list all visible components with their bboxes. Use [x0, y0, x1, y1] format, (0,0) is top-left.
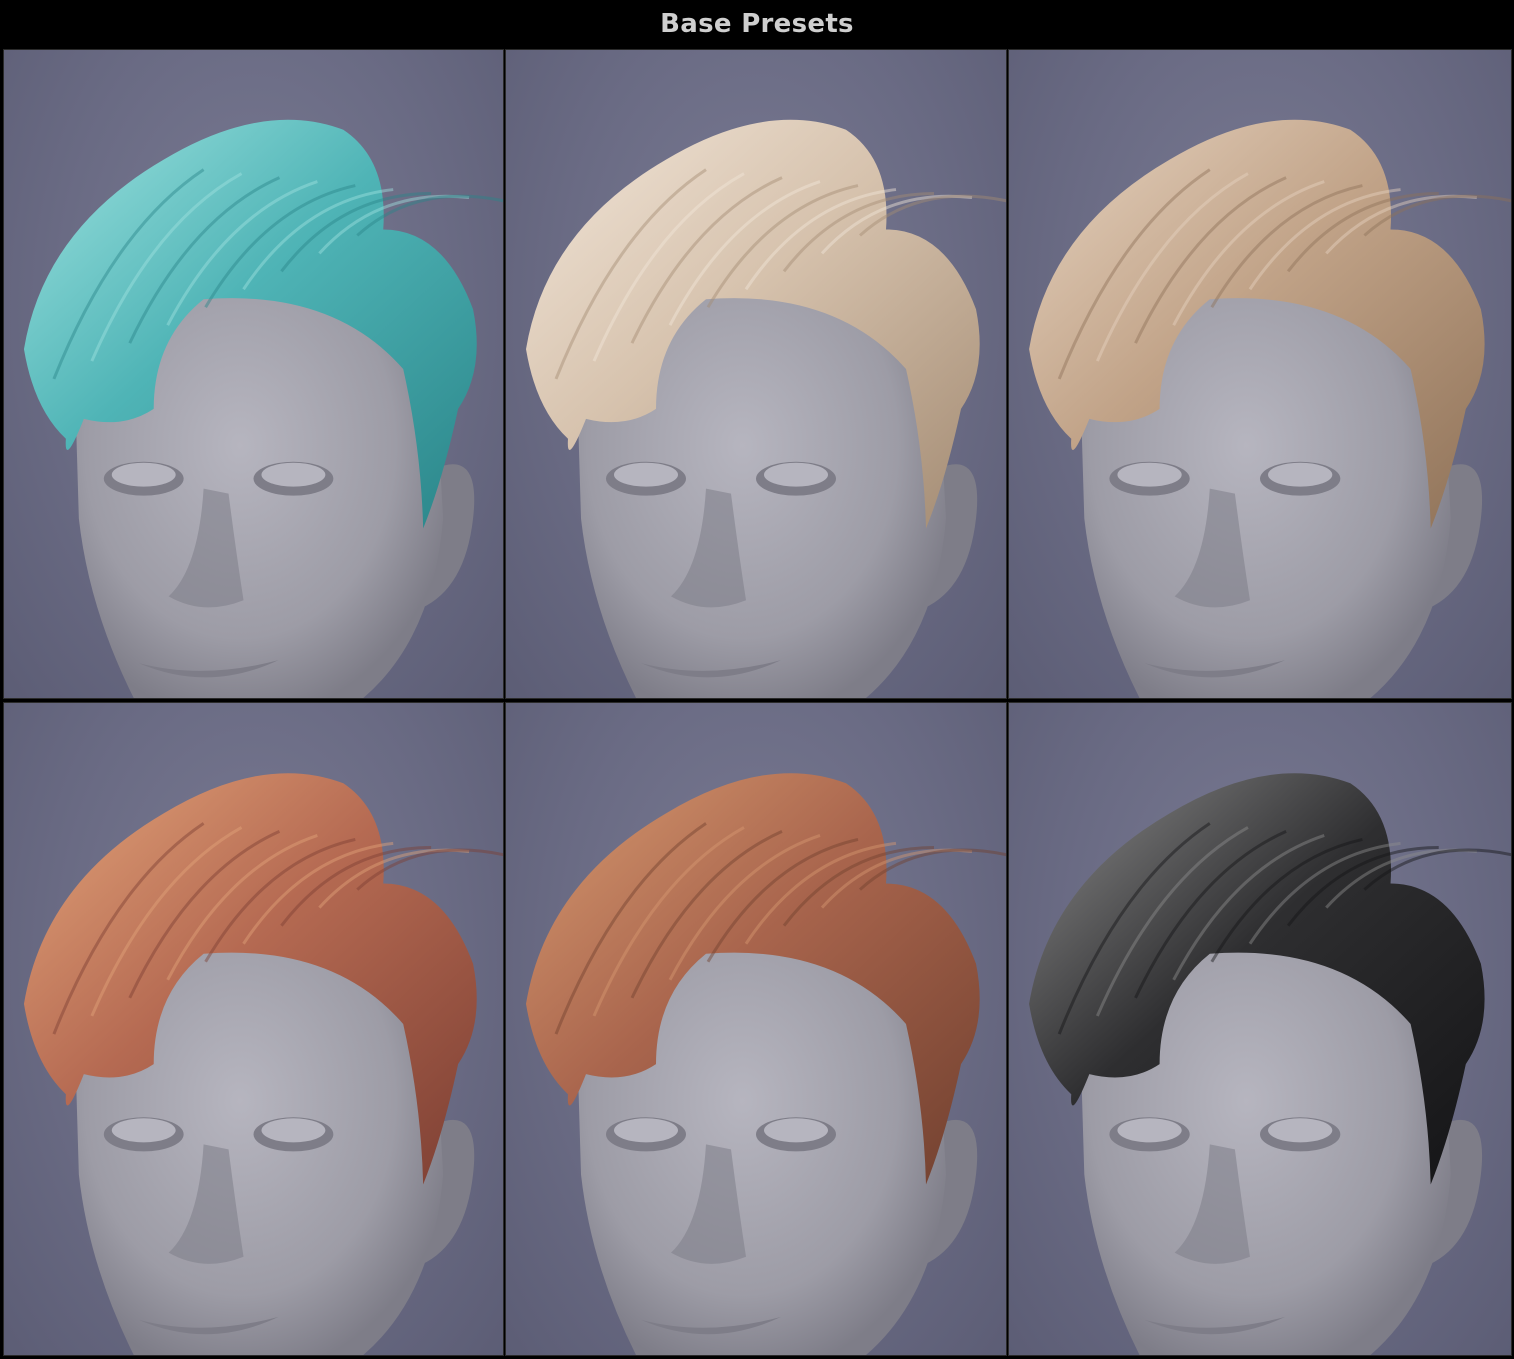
head-render — [23, 119, 503, 698]
left-eyeball — [1117, 462, 1182, 487]
head-render — [526, 119, 1006, 698]
page-title: Base Presets — [660, 9, 854, 39]
right-eyeball — [764, 462, 828, 487]
preset-tile-auburn[interactable] — [505, 702, 1007, 1356]
right-eyeball — [261, 1118, 326, 1143]
head-render — [1029, 773, 1511, 1355]
preset-tile-ash-blonde[interactable] — [1008, 49, 1512, 699]
preset-tile-black[interactable] — [1008, 702, 1512, 1356]
preset-grid — [3, 49, 1512, 1356]
head-render — [526, 773, 1006, 1355]
left-eyeball — [614, 1118, 678, 1143]
left-eyeball — [111, 462, 176, 487]
right-eyeball — [764, 1118, 828, 1143]
left-eyeball — [614, 462, 678, 487]
title-bar: Base Presets — [0, 0, 1514, 48]
left-eyeball — [111, 1118, 176, 1143]
preset-tile-copper[interactable] — [3, 702, 504, 1356]
preset-tile-teal[interactable] — [3, 49, 504, 699]
left-eyeball — [1117, 1118, 1182, 1143]
preset-tile-platinum-blonde[interactable] — [505, 49, 1007, 699]
head-render — [23, 773, 503, 1355]
head-render — [1029, 119, 1511, 698]
right-eyeball — [261, 462, 326, 487]
right-eyeball — [1268, 462, 1333, 487]
right-eyeball — [1268, 1118, 1333, 1143]
